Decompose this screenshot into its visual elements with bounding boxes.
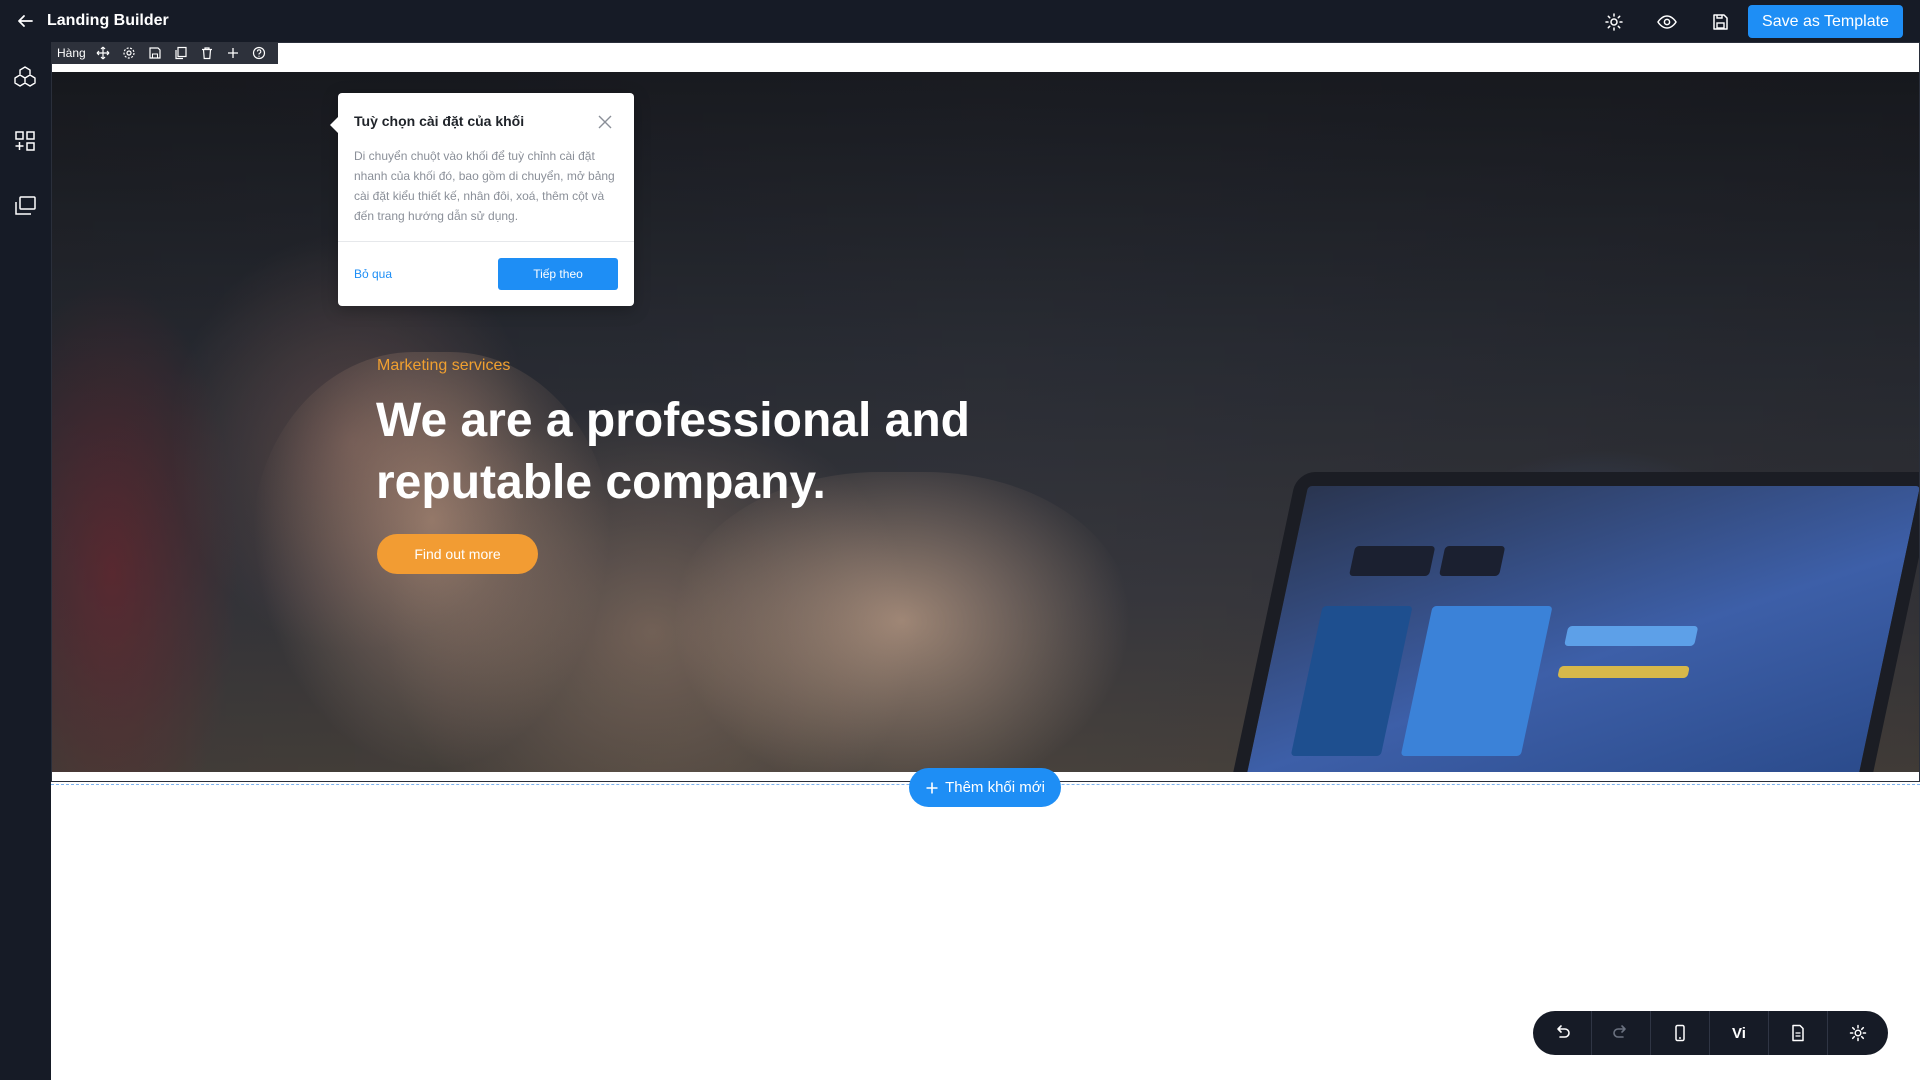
left-sidebar [0, 42, 51, 1080]
popover-arrow [330, 117, 338, 133]
hero-headline: We are a professional and reputable comp… [376, 394, 970, 509]
page-icon[interactable] [1769, 1011, 1828, 1055]
plus-icon [925, 781, 939, 795]
language-toggle[interactable]: Vi [1710, 1011, 1769, 1055]
hero-image-hand-right [672, 472, 1132, 772]
blocks-cube-icon[interactable] [12, 64, 38, 90]
popover-title: Tuỳ chọn cài đặt của khối [354, 113, 525, 129]
skip-link[interactable]: Bỏ qua [354, 267, 392, 281]
move-icon[interactable] [90, 42, 116, 64]
hero-image-laptop [1226, 472, 1919, 772]
save-disk-icon[interactable] [1709, 11, 1731, 33]
app-title: Landing Builder [47, 12, 169, 29]
popover-divider [338, 241, 634, 242]
gear-icon[interactable] [1828, 1011, 1887, 1055]
plus-icon[interactable] [220, 42, 246, 64]
arrow-left-icon[interactable] [12, 10, 38, 32]
redo-icon[interactable] [1592, 1011, 1651, 1055]
gear-icon[interactable] [116, 42, 142, 64]
eye-icon[interactable] [1656, 11, 1678, 33]
grid-plus-icon[interactable] [12, 128, 38, 154]
close-icon[interactable] [596, 113, 614, 131]
bottom-toolbar: Vi [1533, 1011, 1888, 1055]
add-block-button[interactable]: Thêm khối mới [909, 768, 1061, 807]
help-icon[interactable] [246, 42, 272, 64]
top-bar: Landing Builder Save as Template [0, 0, 1920, 42]
layers-icon[interactable] [12, 193, 38, 219]
hero-eyebrow: Marketing services [377, 357, 511, 374]
add-block-label: Thêm khối mới [945, 779, 1045, 796]
popover-body: Di chuyển chuột vào khối để tuỳ chỉnh cà… [354, 149, 615, 223]
next-button[interactable]: Tiếp theo [498, 258, 618, 290]
save-icon[interactable] [142, 42, 168, 64]
mobile-icon[interactable] [1651, 1011, 1710, 1055]
onboarding-popover: Tuỳ chọn cài đặt của khối Di chuyển chuộ… [330, 93, 634, 306]
trash-icon[interactable] [194, 42, 220, 64]
row-label: Hàng [57, 46, 86, 60]
save-as-template-button[interactable]: Save as Template [1748, 5, 1903, 38]
editor-canvas: Marketing services We are a professional… [51, 42, 1920, 1080]
undo-icon[interactable] [1533, 1011, 1592, 1055]
find-out-more-button[interactable]: Find out more [377, 534, 538, 574]
row-toolbar: Hàng [51, 42, 278, 64]
gear-icon[interactable] [1603, 11, 1625, 33]
duplicate-icon[interactable] [168, 42, 194, 64]
hero-section[interactable]: Marketing services We are a professional… [52, 72, 1919, 772]
